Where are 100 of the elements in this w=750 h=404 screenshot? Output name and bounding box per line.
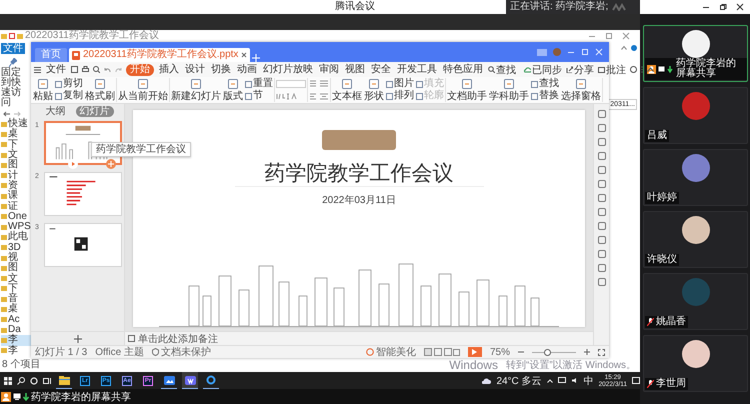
back-icon[interactable] (3, 111, 10, 117)
ribbon-button[interactable]: 文档助手 (447, 78, 487, 102)
ribbon-button[interactable]: 替换 (531, 91, 559, 101)
ribbon-button[interactable]: 重置 (245, 79, 273, 89)
ribbon-tab[interactable]: 审阅 (318, 64, 340, 76)
network-icon[interactable] (558, 377, 566, 384)
ribbon-tab[interactable]: 幻灯片放映 (262, 64, 314, 76)
ribbon-tab[interactable]: 特色应用 (442, 64, 484, 76)
ribbon-button[interactable]: 剪切 (55, 79, 83, 89)
help-icon[interactable] (630, 66, 637, 73)
ribbon-button[interactable]: 复制 (55, 91, 83, 101)
nav-item[interactable]: 文 (1, 273, 31, 284)
ribbon-tab[interactable]: 切换 (210, 64, 232, 76)
participant-tile[interactable]: 药学院李岩的屏幕共享 (643, 25, 748, 82)
toolbar-button[interactable]: 已同步 (524, 62, 562, 76)
ribbon-tab[interactable]: 动画 (236, 64, 258, 76)
panel-tab[interactable]: 大纲 (42, 106, 70, 117)
nav-item[interactable]: 李 (1, 335, 31, 346)
undo-icon[interactable] (104, 66, 111, 72)
ribbon-button[interactable]: 从当前开始 (118, 78, 168, 102)
view-icons[interactable] (424, 348, 460, 356)
nav-item[interactable]: Ac (1, 314, 31, 325)
restore-icon[interactable] (719, 3, 727, 11)
task-view-icon[interactable] (43, 376, 51, 384)
ribbon-tab[interactable]: 视图 (344, 64, 366, 76)
ribbon-button[interactable]: 新建幻灯片 (171, 78, 221, 102)
nav-item[interactable]: 此电 (1, 232, 31, 243)
search-button[interactable]: 查找 (488, 62, 516, 76)
nav-item[interactable]: 桌 (1, 304, 31, 315)
nav-item[interactable]: 下 (1, 140, 31, 150)
add-icon[interactable] (106, 159, 116, 169)
ribbon-button[interactable]: 粘贴 (33, 78, 53, 102)
search-icon[interactable] (17, 376, 25, 384)
ribbon-button[interactable]: 格式刷 (85, 78, 115, 102)
toolbar-button[interactable]: 分享 (566, 62, 594, 76)
zoom-in-icon[interactable] (584, 349, 590, 355)
slide-thumbnail[interactable] (44, 172, 122, 216)
ribbon-button[interactable]: 选择窗格 (561, 78, 601, 102)
participant-tile[interactable]: 姚晶香 (643, 273, 748, 330)
nav-item[interactable]: 文 (1, 150, 31, 160)
align-icons[interactable] (309, 93, 329, 100)
list-icons[interactable] (309, 80, 329, 87)
fit-icon[interactable] (598, 348, 605, 356)
font-field[interactable] (276, 80, 306, 88)
pin-icon[interactable] (9, 58, 17, 67)
ribbon-button[interactable]: 排列 (386, 91, 414, 101)
ribbon-tab[interactable]: 设计 (184, 64, 206, 76)
ribbon-button[interactable]: 图片 (386, 79, 414, 89)
ribbon-button[interactable]: 形状 (364, 78, 384, 102)
notes-placeholder[interactable]: 单击此处添加备注 (138, 332, 218, 346)
participant-tile[interactable]: 吕威 (643, 87, 748, 144)
nav-item[interactable]: 课 (1, 191, 31, 202)
window-icon[interactable] (537, 48, 547, 56)
slide-thumbnail[interactable] (44, 223, 122, 267)
nav-item[interactable]: 图 (1, 263, 31, 274)
add-tab-icon[interactable] (252, 54, 260, 62)
nav-item[interactable]: 视 (1, 252, 31, 264)
nav-item[interactable]: 资 (1, 180, 31, 192)
print-icon[interactable] (82, 66, 89, 73)
close-icon[interactable] (736, 3, 744, 11)
close-icon[interactable] (241, 52, 248, 58)
zoom-out-icon[interactable] (518, 349, 524, 355)
ribbon-button[interactable]: 节 (245, 91, 273, 101)
ribbon-button[interactable]: 查找 (531, 79, 559, 89)
input-method[interactable]: 中 (584, 374, 594, 388)
menu-icon[interactable] (34, 66, 41, 72)
save-icon[interactable] (71, 66, 78, 73)
ribbon-tab[interactable]: 安全 (370, 64, 392, 76)
slider-thumb[interactable] (544, 348, 552, 356)
participant-tile[interactable]: 许晓仪 (643, 211, 748, 268)
play-icon[interactable] (68, 159, 78, 169)
participant-tile[interactable]: 李世周 (643, 335, 748, 392)
volume-icon[interactable] (570, 377, 579, 384)
notification-icon[interactable] (632, 376, 640, 384)
nav-item[interactable]: 图 (1, 160, 31, 170)
nav-item[interactable]: 李 (1, 346, 31, 356)
circle-icon[interactable] (30, 376, 38, 384)
preview-icon[interactable] (93, 66, 100, 73)
collapse-icon[interactable] (647, 67, 654, 72)
maximize-icon[interactable] (605, 32, 613, 40)
nav-item[interactable]: 桌 (1, 129, 31, 140)
nav-item[interactable]: 计 (1, 170, 31, 181)
windows-icon[interactable] (4, 376, 12, 384)
nav-item[interactable]: One (1, 212, 31, 222)
file-tab[interactable]: 文件 (1, 43, 25, 54)
ribbon-tab[interactable]: 开发工具 (396, 64, 438, 76)
taskbar-app[interactable] (182, 372, 198, 389)
help-icon[interactable] (631, 45, 637, 51)
toolbar-button[interactable]: 批注 (598, 62, 626, 76)
nav-item[interactable]: 3D (1, 242, 31, 253)
beautify-button[interactable]: 智能美化 (366, 345, 416, 359)
ribbon-button[interactable]: 学科助手 (489, 78, 529, 102)
participant-tile[interactable]: 叶婷婷 (643, 149, 748, 206)
ribbon-button[interactable]: 文本框 (332, 78, 362, 102)
play-button[interactable] (468, 347, 482, 357)
add-slide-icon[interactable] (74, 334, 82, 342)
ribbon-tab[interactable]: 插入 (158, 64, 180, 76)
ribbon-button[interactable]: 版式 (223, 78, 243, 102)
file-menu[interactable]: 文件 (45, 64, 67, 76)
nav-item[interactable]: 证 (1, 201, 31, 212)
